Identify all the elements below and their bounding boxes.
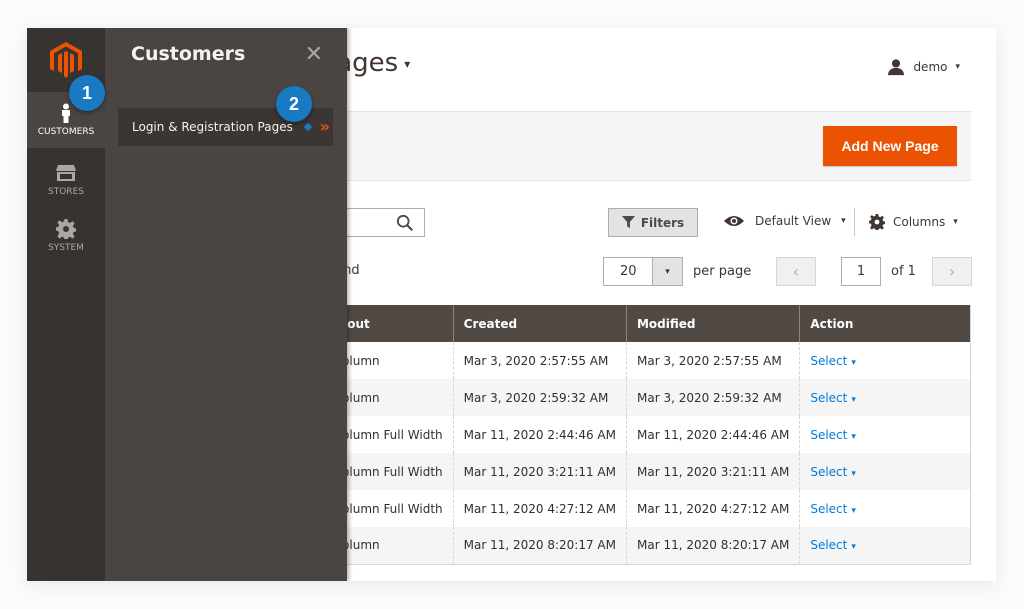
customer-icon [62, 103, 70, 123]
column-header-action: Action [799, 305, 971, 342]
created-cell: Mar 11, 2020 4:27:12 AM [452, 490, 627, 527]
page-count: of 1 [891, 264, 916, 279]
created-cell: Mar 3, 2020 2:57:55 AM [452, 342, 627, 379]
filters-button[interactable]: Filters [608, 208, 698, 237]
select-action-link[interactable]: Select ▾ [810, 391, 856, 405]
per-page-select[interactable]: 20 ▾ [603, 257, 683, 286]
chevron-down-icon: ▾ [851, 357, 856, 368]
select-label: Select [810, 501, 848, 516]
nav-label: STORES [48, 187, 84, 197]
view-label: Default View [755, 214, 832, 228]
action-cell: Select ▾ [799, 490, 971, 527]
add-new-page-button[interactable]: Add New Page [823, 126, 957, 166]
columns-label: Columns [893, 215, 946, 229]
action-cell: Select ▾ [799, 342, 971, 379]
column-header-modified[interactable]: Modified [625, 305, 800, 342]
select-action-link[interactable]: Select ▾ [810, 354, 856, 368]
select-action-link[interactable]: Select ▾ [810, 502, 856, 516]
chevron-down-icon: ▾ [851, 542, 856, 553]
action-cell: Select ▾ [799, 416, 971, 453]
columns-selector[interactable]: Columns ▾ [869, 214, 958, 230]
admin-window: ration Pages▾ demo ▾ Add New Page Filter… [27, 28, 996, 581]
view-selector[interactable]: Default View ▾ [723, 214, 846, 228]
close-icon[interactable]: ✕ [305, 42, 323, 67]
select-action-link[interactable]: Select ▾ [810, 465, 856, 479]
select-action-link[interactable]: Select ▾ [810, 538, 856, 552]
per-page-label: per page [693, 264, 752, 279]
store-icon [56, 165, 76, 181]
pointer-dot-icon [303, 122, 313, 132]
chevron-down-icon: ▾ [404, 56, 411, 71]
modified-cell: Mar 3, 2020 2:59:32 AM [625, 379, 800, 416]
created-cell: Mar 11, 2020 8:20:17 AM [452, 527, 627, 565]
admin-sidebar: CUSTOMERS STORES SYSTEM [27, 28, 105, 581]
eye-icon [724, 216, 744, 226]
submenu-item-label: Login & Registration Pages [132, 120, 293, 134]
step-badge-2: 2 [276, 86, 312, 122]
magento-logo-icon [50, 42, 82, 78]
user-name: demo [913, 60, 948, 74]
page-number-input[interactable]: 1 [841, 257, 881, 286]
created-cell: Mar 3, 2020 2:59:32 AM [452, 379, 627, 416]
search-icon[interactable] [396, 214, 414, 232]
submenu-title: Customers [131, 43, 246, 65]
filters-label: Filters [640, 215, 685, 230]
chevron-down-icon: ▾ [841, 216, 846, 226]
toolbar-divider [854, 208, 855, 236]
gear-icon [869, 214, 885, 230]
gear-icon [56, 219, 76, 239]
action-cell: Select ▾ [799, 379, 971, 416]
modified-cell: Mar 11, 2020 3:21:11 AM [625, 453, 800, 490]
per-page-value: 20 [620, 264, 637, 279]
select-label: Select [810, 390, 848, 405]
chevron-down-icon: ▾ [953, 217, 958, 227]
modified-cell: Mar 11, 2020 4:27:12 AM [625, 490, 800, 527]
user-icon [888, 59, 905, 76]
nav-label: SYSTEM [48, 243, 84, 253]
created-cell: Mar 11, 2020 3:21:11 AM [452, 453, 627, 490]
double-chevron-right-icon: » [319, 117, 330, 136]
select-label: Select [810, 538, 848, 553]
created-cell: Mar 11, 2020 2:44:46 AM [452, 416, 627, 453]
chevron-down-icon: ▾ [851, 468, 856, 479]
nav-item-stores[interactable]: STORES [27, 152, 105, 208]
filter-icon [621, 216, 635, 229]
chevron-down-icon: ▾ [955, 62, 960, 72]
chevron-down-icon: ▾ [851, 505, 856, 516]
chevron-down-icon: ▾ [851, 394, 856, 405]
customers-submenu: Customers ✕ Login & Registration Pages » [105, 28, 347, 581]
modified-cell: Mar 11, 2020 8:20:17 AM [625, 527, 800, 565]
column-header-created[interactable]: Created [452, 305, 627, 342]
select-action-link[interactable]: Select ▾ [810, 428, 856, 442]
select-label: Select [810, 464, 848, 479]
chevron-down-icon[interactable]: ▾ [652, 258, 682, 285]
next-page-button[interactable]: › [932, 257, 972, 286]
previous-page-button[interactable]: ‹ [776, 257, 816, 286]
nav-label: CUSTOMERS [37, 127, 95, 137]
step-badge-1: 1 [69, 75, 105, 111]
user-menu[interactable]: demo ▾ [887, 58, 960, 76]
action-cell: Select ▾ [799, 453, 971, 490]
modified-cell: Mar 3, 2020 2:57:55 AM [625, 342, 800, 379]
select-label: Select [810, 353, 848, 368]
modified-cell: Mar 11, 2020 2:44:46 AM [625, 416, 800, 453]
nav-item-system[interactable]: SYSTEM [27, 208, 105, 264]
chevron-down-icon: ▾ [851, 431, 856, 442]
select-label: Select [810, 427, 848, 442]
action-cell: Select ▾ [799, 527, 971, 565]
